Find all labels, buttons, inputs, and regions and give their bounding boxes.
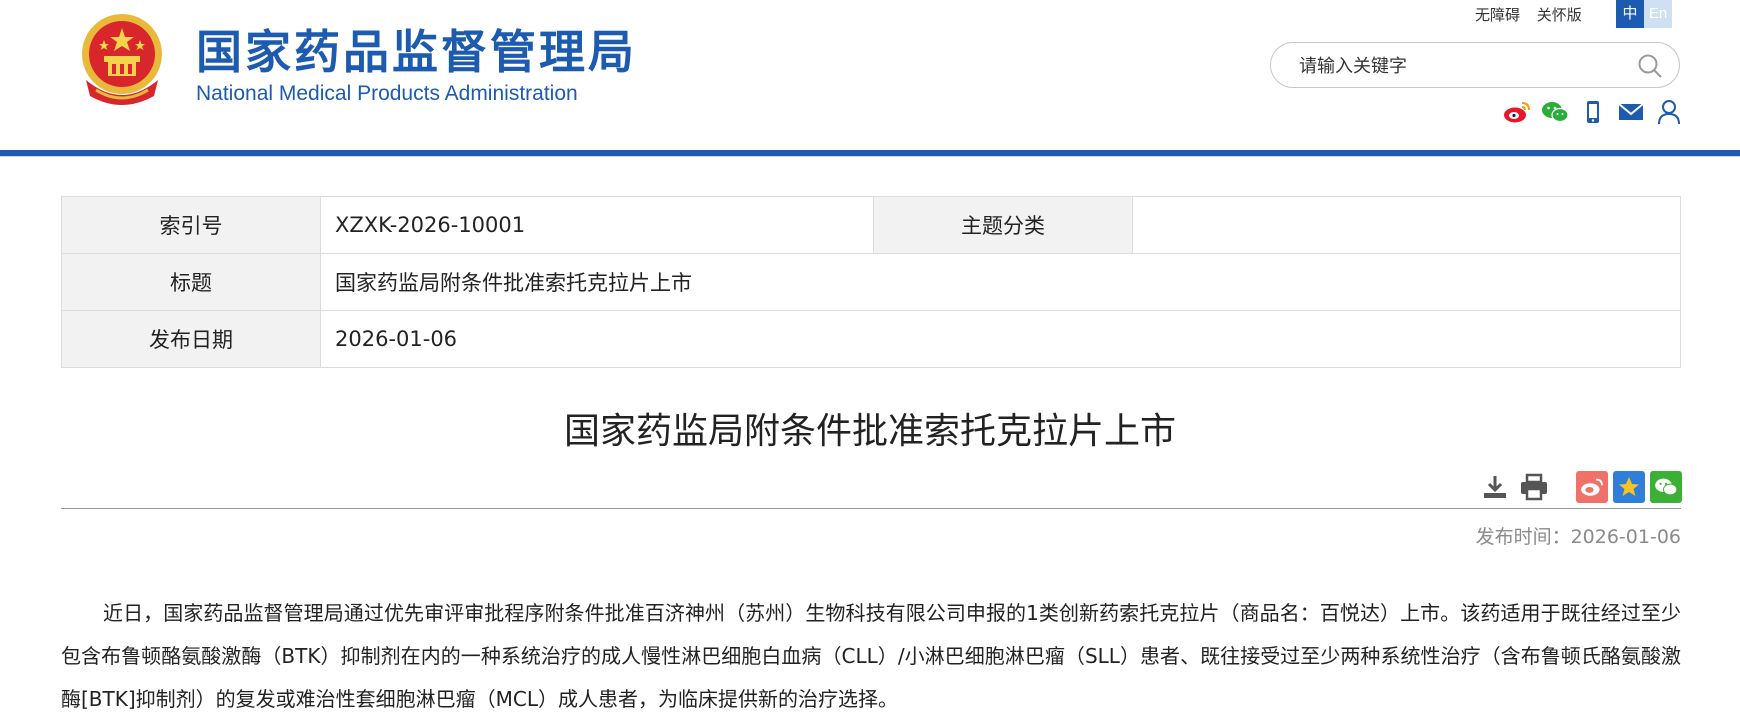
date-value: 2026-01-06 [320,310,1681,368]
search-input[interactable] [1297,53,1621,79]
brand-name-cn[interactable]: 国家药品监督管理局 [196,16,637,82]
index-label: 索引号 [61,196,321,254]
article-body: 近日，国家药品监督管理局通过优先审评审批程序附条件批准百济神州（苏州）生物科技有… [61,601,1681,711]
lang-zh-button[interactable]: 中 [1616,0,1644,28]
user-icon[interactable] [1654,98,1684,126]
site-header: 国家药品监督管理局 National Medical Products Admi… [0,0,1740,150]
date-label: 发布日期 [61,310,321,368]
category-value [1132,196,1681,254]
mail-icon[interactable] [1616,98,1646,126]
national-emblem-logo[interactable] [76,10,168,108]
accessibility-link[interactable]: 无障碍 [1475,6,1520,24]
top-links: 无障碍 关怀版 [1475,4,1594,25]
publish-time: 发布时间：2026-01-06 [1475,526,1681,548]
category-label: 主题分类 [873,196,1133,254]
lang-en-button[interactable]: En [1644,0,1672,28]
mobile-icon[interactable] [1578,98,1608,126]
index-value: XZXK-2026-10001 [320,196,874,254]
search-box [1270,42,1680,88]
print-icon[interactable] [1517,470,1551,504]
article-info-table: 索引号 XZXK-2026-10001 主题分类 标题 国家药监局附条件批准索托… [61,196,1681,368]
article-divider [61,508,1681,509]
header-social-icons [1502,98,1684,126]
wechat-icon[interactable] [1540,98,1570,126]
table-row: 索引号 XZXK-2026-10001 主题分类 [61,196,1681,254]
language-switch: 中 En [1616,0,1672,28]
title-label: 标题 [61,253,321,311]
care-mode-link[interactable]: 关怀版 [1537,6,1582,24]
brand-name-en[interactable]: National Medical Products Administration [196,82,578,106]
weibo-share-icon[interactable] [1576,471,1608,503]
favorite-share-icon[interactable] [1613,471,1645,503]
table-row: 标题 国家药监局附条件批准索托克拉片上市 [61,253,1681,311]
article-title: 国家药监局附条件批准索托克拉片上市 [563,411,1176,452]
wechat-share-icon[interactable] [1650,471,1682,503]
title-value: 国家药监局附条件批准索托克拉片上市 [320,253,1681,311]
article-tools [1478,470,1682,504]
search-icon[interactable] [1637,53,1663,79]
header-divider-line [0,156,1740,157]
download-icon[interactable] [1478,470,1512,504]
weibo-icon[interactable] [1502,98,1532,126]
table-row: 发布日期 2026-01-06 [61,310,1681,368]
